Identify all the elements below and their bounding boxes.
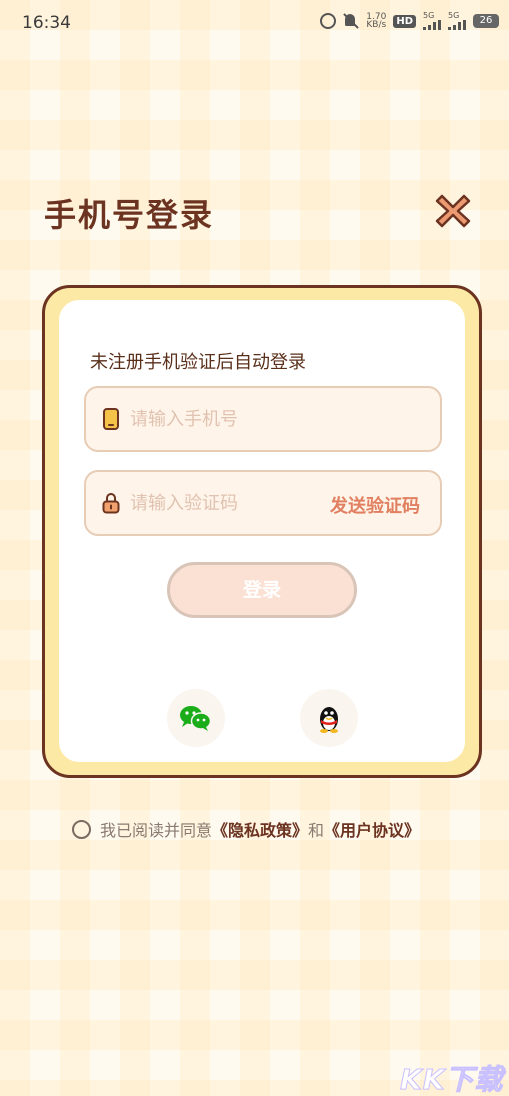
login-card: 未注册手机验证后自动登录 发送验证码 登录 [42, 285, 482, 778]
login-hint: 未注册手机验证后自动登录 [90, 352, 306, 373]
privacy-policy-link[interactable]: 《隐私政策》 [212, 817, 308, 841]
agreement-joiner: 和 [308, 821, 325, 840]
wechat-login-button[interactable] [167, 689, 225, 747]
alarm-icon [320, 13, 337, 29]
close-button[interactable] [434, 192, 472, 230]
sim1-network-type: 5G [423, 11, 435, 20]
network-speed-unit: KB/s [366, 20, 387, 30]
agreement-row: 我已阅读并同意 《隐私政策》 和 《用户协议》 [72, 818, 420, 840]
status-time: 16:34 [22, 13, 71, 33]
code-field[interactable]: 发送验证码 [84, 470, 442, 536]
sim2-network-type: 5G [448, 11, 460, 20]
sim2-signal-icon: 5G [448, 12, 466, 30]
lock-icon [102, 493, 120, 514]
status-icons: 1.70 KB/s HD 5G 5G 26 [320, 12, 499, 30]
login-card-body: 未注册手机验证后自动登录 发送验证码 登录 [59, 300, 465, 762]
qq-login-button[interactable] [300, 689, 358, 747]
login-button[interactable]: 登录 [167, 562, 357, 618]
hd-voice-icon: HD [393, 14, 416, 28]
close-icon [435, 194, 471, 228]
wechat-icon [180, 706, 212, 731]
agreement-prefix: 我已阅读并同意 [100, 821, 213, 840]
battery-icon: 26 [473, 14, 499, 28]
page-title: 手机号登录 [44, 196, 215, 234]
phone-icon [103, 408, 119, 430]
phone-input[interactable] [130, 408, 310, 430]
qq-penguin-icon [320, 707, 338, 733]
agree-radio[interactable] [72, 819, 91, 839]
status-bar: 16:34 1.70 KB/s HD 5G 5G 26 [0, 0, 509, 46]
mute-icon [343, 13, 359, 29]
sim1-signal-icon: 5G [423, 12, 441, 30]
send-code-button[interactable]: 发送验证码 [330, 492, 420, 518]
network-speed: 1.70 KB/s [366, 13, 387, 30]
phone-field[interactable] [84, 386, 442, 452]
code-input[interactable] [130, 492, 310, 514]
watermark: KK下载 [399, 1063, 504, 1096]
user-agreement-link[interactable]: 《用户协议》 [324, 817, 420, 841]
